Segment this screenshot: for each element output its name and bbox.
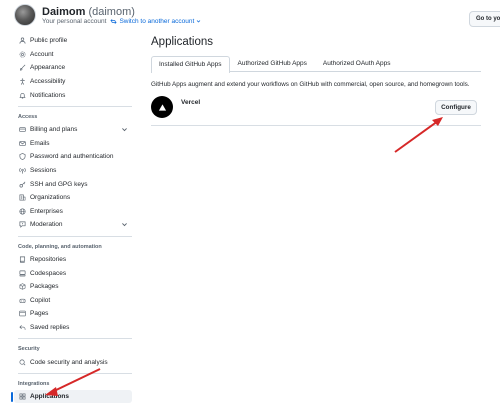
accessibility-icon <box>18 78 26 86</box>
gear-icon <box>18 50 26 58</box>
sidebar-item-applications[interactable]: Applications <box>11 389 132 404</box>
sidebar-item-sessions[interactable]: Sessions <box>14 164 132 178</box>
sidebar-item-label: Sessions <box>30 167 57 175</box>
display-name: Daimom <box>42 6 86 18</box>
organization-icon <box>18 194 26 202</box>
codespaces-icon <box>18 269 26 277</box>
sidebar-item-account[interactable]: Account <box>14 48 132 62</box>
tab-installed-github-apps[interactable]: Installed GitHub Apps <box>151 56 230 73</box>
sidebar-item-copilot[interactable]: Copilot <box>14 294 132 308</box>
chevron-down-icon <box>122 128 127 132</box>
sidebar-divider <box>18 235 132 237</box>
sidebar-item-accessibility[interactable]: Accessibility <box>14 75 132 89</box>
sidebar-item-emails[interactable]: Emails <box>14 137 132 151</box>
sidebar-item-label: Code security and analysis <box>30 358 108 366</box>
arrow-switch-icon <box>110 19 118 24</box>
sidebar-item-label: Copilot <box>30 296 51 304</box>
sidebar-item-label: Appearance <box>30 64 66 72</box>
app-name[interactable]: Vercel <box>181 99 200 106</box>
sidebar-item-label: Public profile <box>30 37 68 45</box>
sidebar-item-label: Emails <box>30 139 50 147</box>
avatar[interactable] <box>14 4 36 26</box>
globe-icon <box>18 207 26 215</box>
account-header: Daimom (daimom) Your personal account Sw… <box>14 4 500 30</box>
sidebar-item-public-profile[interactable]: Public profile <box>14 34 132 48</box>
account-subline: Your personal account Switch to another … <box>42 18 201 25</box>
repo-icon <box>18 256 26 264</box>
intro-text: GitHub Apps augment and extend your work… <box>151 81 470 88</box>
sidebar-item-password[interactable]: Password and authentication <box>14 150 132 164</box>
switch-account-link[interactable]: Switch to another account <box>110 18 201 25</box>
sidebar-item-label: Applications <box>30 393 70 401</box>
sidebar-item-pages[interactable]: Pages <box>14 307 132 321</box>
sidebar-item-label: Saved replies <box>30 323 70 331</box>
list-item: Vercel Configure <box>151 96 481 126</box>
chevron-down-icon <box>196 20 201 23</box>
broadcast-icon <box>18 167 26 175</box>
page-title: Applications <box>151 36 214 48</box>
account-type: Your personal account <box>42 18 107 25</box>
sidebar-item-label: Repositories <box>30 256 67 264</box>
copilot-icon <box>18 296 26 304</box>
report-icon <box>18 221 26 229</box>
configure-button[interactable]: Configure <box>435 100 477 115</box>
section-heading-integrations: Integrations <box>18 380 50 387</box>
mail-icon <box>18 139 26 147</box>
sidebar-item-organizations[interactable]: Organizations <box>14 191 132 205</box>
sidebar-item-label: Moderation <box>30 221 63 229</box>
section-heading-code: Code, planning, and automation <box>18 243 102 250</box>
sidebar-item-moderation[interactable]: Moderation <box>14 218 132 232</box>
tab-authorized-github-apps[interactable]: Authorized GitHub Apps <box>230 55 315 72</box>
sidebar-item-label: Codespaces <box>30 269 67 277</box>
sidebar-item-enterprises[interactable]: Enterprises <box>14 205 132 219</box>
sidebar-item-ssh-gpg-keys[interactable]: SSH and GPG keys <box>14 177 132 191</box>
sidebar-divider <box>18 105 132 107</box>
sidebar-item-repositories[interactable]: Repositories <box>14 253 132 267</box>
go-to-profile-button[interactable]: Go to your <box>469 11 500 27</box>
switch-account-label: Switch to another account <box>119 18 195 25</box>
chevron-down-icon <box>122 223 127 227</box>
sidebar-divider <box>18 372 132 374</box>
sidebar-item-code-security[interactable]: Code security and analysis <box>14 355 132 369</box>
sidebar-item-saved-replies[interactable]: Saved replies <box>14 321 132 335</box>
sidebar-item-codespaces[interactable]: Codespaces <box>14 266 132 280</box>
sidebar-item-label: Enterprises <box>30 207 63 215</box>
section-heading-access: Access <box>18 113 38 120</box>
person-icon <box>18 37 26 45</box>
sidebar-item-label: SSH and GPG keys <box>30 180 88 188</box>
sidebar-item-label: Billing and plans <box>30 126 78 134</box>
package-icon <box>18 283 26 291</box>
main-content: Applications Installed GitHub Apps Autho… <box>151 36 481 126</box>
sidebar-item-label: Notifications <box>30 91 66 99</box>
sidebar-item-appearance[interactable]: Appearance <box>14 61 132 75</box>
sidebar-item-billing[interactable]: Billing and plans <box>14 123 132 137</box>
app-tabs: Installed GitHub Apps Authorized GitHub … <box>151 55 481 73</box>
user-handle: (daimom) <box>88 6 135 18</box>
apps-icon <box>18 393 26 401</box>
key-icon <box>18 180 26 188</box>
reply-icon <box>18 323 26 331</box>
sidebar-divider <box>18 338 132 340</box>
sidebar-item-label: Password and authentication <box>30 153 114 161</box>
sidebar-item-label: Pages <box>30 310 49 318</box>
browser-icon <box>18 310 26 318</box>
tab-authorized-oauth-apps[interactable]: Authorized OAuth Apps <box>315 55 399 72</box>
sidebar-item-packages[interactable]: Packages <box>14 280 132 294</box>
sidebar-item-label: Packages <box>30 283 59 291</box>
sidebar-item-label: Accessibility <box>30 78 66 86</box>
sidebar-item-notifications[interactable]: Notifications <box>14 88 132 102</box>
credit-card-icon <box>18 126 26 134</box>
settings-sidebar: Public profile Account Appearance Access… <box>11 34 132 404</box>
sidebar-item-label: Account <box>30 50 54 58</box>
shield-lock-icon <box>18 153 26 161</box>
codescan-icon <box>18 358 26 366</box>
user-name: Daimom (daimom) <box>42 6 135 18</box>
bell-icon <box>18 91 26 99</box>
vercel-logo-icon <box>151 96 173 118</box>
paintbrush-icon <box>18 64 26 72</box>
section-heading-security: Security <box>18 346 40 353</box>
sidebar-item-label: Organizations <box>30 194 71 202</box>
